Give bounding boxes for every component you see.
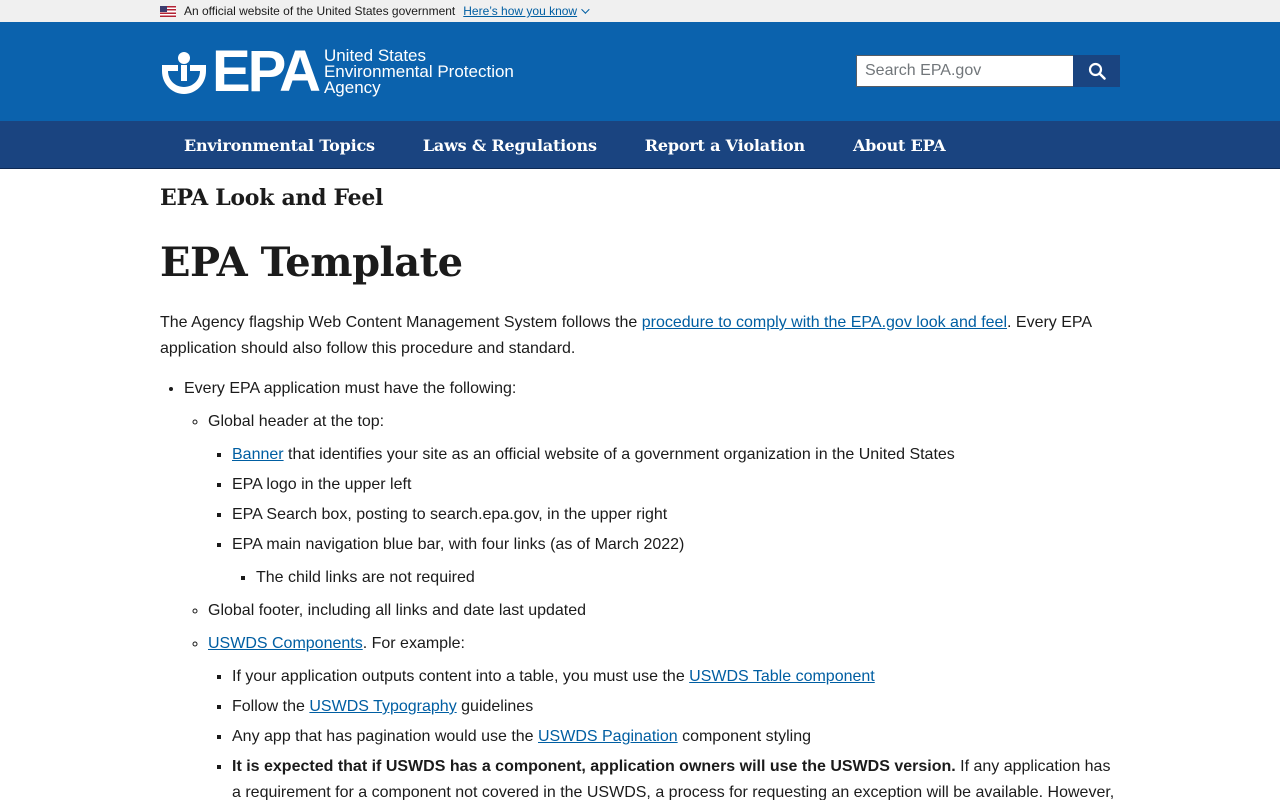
gov-banner-text: An official website of the United States…	[184, 4, 456, 18]
pagination-text-before: Any app that has pagination would use th…	[232, 728, 538, 745]
search-button[interactable]	[1073, 54, 1120, 87]
intro-text-before: The Agency flagship Web Content Manageme…	[160, 314, 642, 331]
uswds-table-link[interactable]: USWDS Table component	[689, 668, 875, 685]
epa-wordmark: EPA	[212, 38, 321, 104]
uswds-text: . For example:	[362, 635, 465, 652]
global-footer-text: Global footer, including all links and d…	[208, 602, 587, 619]
main-content: EPA Look and Feel EPA Template The Agenc…	[160, 185, 1120, 800]
page-title: EPA Template	[160, 239, 463, 286]
pagination-text-after: component styling	[677, 728, 812, 745]
nav-item-text: EPA main navigation blue bar, with four …	[232, 536, 685, 553]
intro-paragraph: The Agency flagship Web Content Manageme…	[160, 310, 1120, 362]
heres-how-you-know-label: Here’s how you know	[463, 4, 578, 18]
search-form	[856, 54, 1120, 87]
epa-logo-link[interactable]: EPA United States Environmental Protecti…	[160, 38, 514, 104]
child-links-text: The child links are not required	[256, 569, 475, 586]
must-have-text: Every EPA application must have the foll…	[184, 380, 517, 397]
requirements-sublist: Global header at the top: Banner that id…	[184, 402, 1120, 800]
us-flag-icon	[160, 5, 176, 17]
look-and-feel-procedure-link[interactable]: procedure to comply with the EPA.gov loo…	[642, 314, 1007, 331]
search-icon	[1088, 62, 1106, 80]
nav-environmental-topics[interactable]: Environmental Topics	[160, 121, 399, 169]
nav-laws-regulations[interactable]: Laws & Regulations	[399, 121, 621, 169]
list-item: Global header at the top: Banner that id…	[208, 402, 1120, 591]
agency-line-3: Agency	[323, 77, 381, 97]
list-item: The child links are not required	[256, 558, 1120, 591]
section-title: EPA Look and Feel	[160, 185, 384, 211]
typography-text-before: Follow the	[232, 698, 310, 715]
search-item-text: EPA Search box, posting to search.epa.go…	[232, 506, 668, 523]
global-header-text: Global header at the top:	[208, 413, 385, 430]
banner-text: that identifies your site as an official…	[283, 446, 955, 463]
heres-how-you-know-link[interactable]: Here’s how you know	[463, 4, 590, 18]
list-item: If your application outputs content into…	[232, 657, 1120, 690]
list-item: USWDS Components. For example: If your a…	[208, 624, 1120, 800]
list-item: EPA logo in the upper left	[232, 468, 1120, 498]
uswds-pagination-link[interactable]: USWDS Pagination	[538, 728, 678, 745]
search-input[interactable]	[856, 54, 1073, 87]
nav-sublist: The child links are not required	[232, 558, 1120, 591]
list-item: Every EPA application must have the foll…	[184, 376, 1120, 800]
epa-flower-icon	[162, 51, 206, 94]
list-item: Follow the USWDS Typography guidelines	[232, 690, 1120, 720]
banner-link[interactable]: Banner	[232, 446, 284, 463]
requirements-list: Every EPA application must have the foll…	[160, 376, 1120, 800]
chevron-down-icon	[581, 5, 590, 14]
site-header: EPA United States Environmental Protecti…	[0, 22, 1280, 121]
header-requirements-list: Banner that identifies your site as an o…	[208, 435, 1120, 591]
list-item: EPA Search box, posting to search.epa.go…	[232, 498, 1120, 528]
list-item: Banner that identifies your site as an o…	[232, 435, 1120, 468]
typography-text-after: guidelines	[456, 698, 534, 715]
main-navigation: Environmental Topics Laws & Regulations …	[0, 121, 1280, 169]
table-text: If your application outputs content into…	[232, 668, 690, 685]
list-item: Global footer, including all links and d…	[208, 591, 1120, 624]
nav-about-epa[interactable]: About EPA	[829, 121, 970, 169]
expected-bold-text: It is expected that if USWDS has a compo…	[232, 758, 956, 775]
logo-item-text: EPA logo in the upper left	[232, 476, 412, 493]
list-item: It is expected that if USWDS has a compo…	[232, 750, 1120, 800]
nav-report-a-violation[interactable]: Report a Violation	[621, 121, 829, 169]
agency-name: United States Environmental Protection A…	[323, 47, 514, 97]
uswds-typography-link[interactable]: USWDS Typography	[309, 698, 456, 715]
list-item: Any app that has pagination would use th…	[232, 720, 1120, 750]
uswds-examples-list: If your application outputs content into…	[208, 657, 1120, 800]
official-gov-banner: An official website of the United States…	[0, 0, 1280, 22]
list-item: EPA main navigation blue bar, with four …	[232, 528, 1120, 591]
uswds-components-link[interactable]: USWDS Components	[208, 635, 363, 652]
